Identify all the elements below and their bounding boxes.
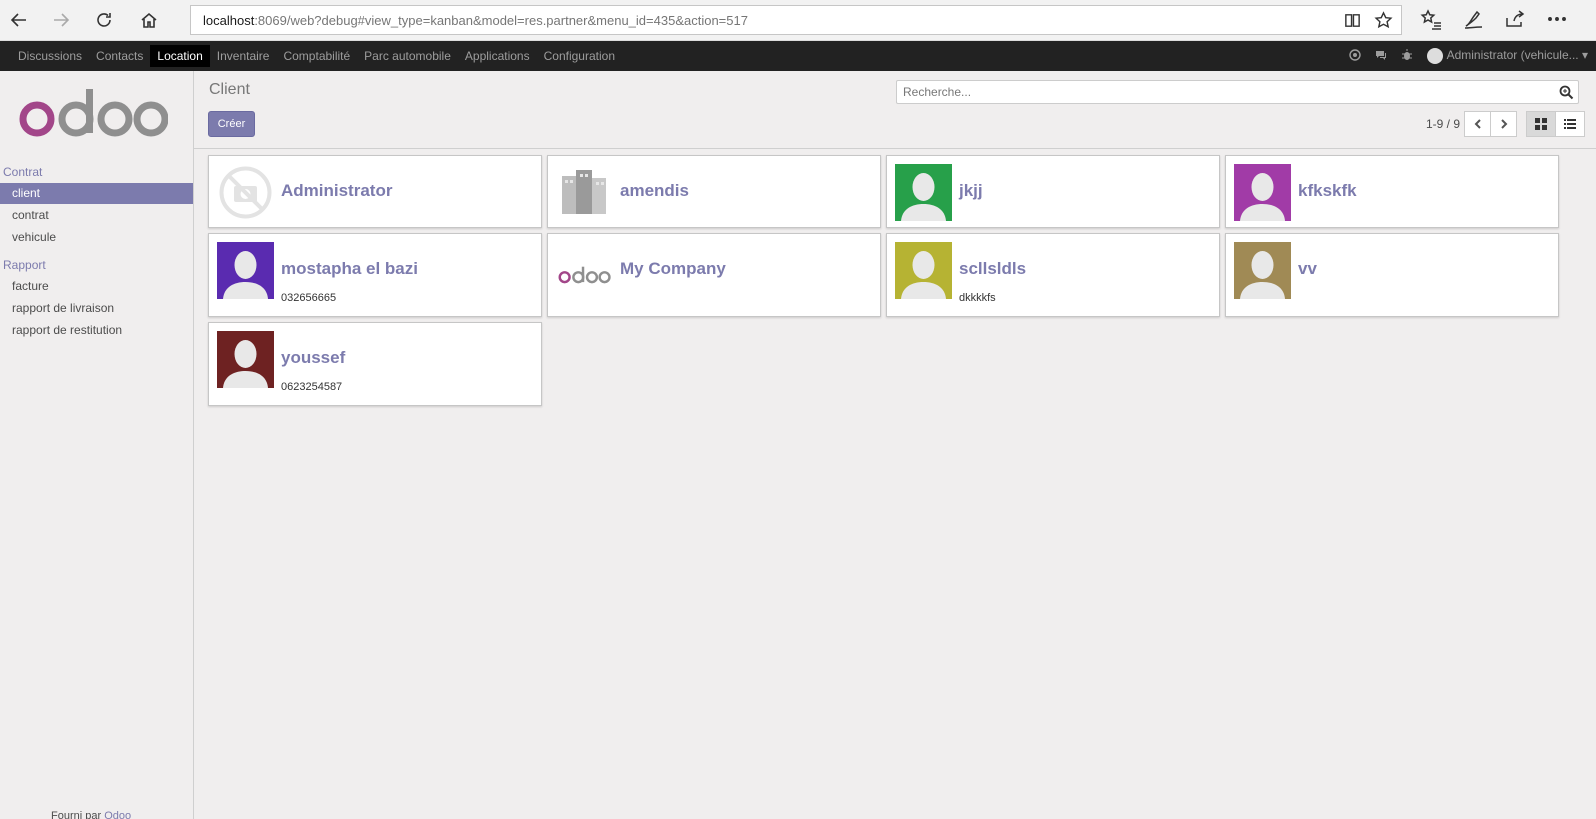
card-name: kfkskfk <box>1298 181 1357 200</box>
powered-brand-link[interactable]: Odoo <box>104 810 131 819</box>
grid-icon <box>1535 118 1547 130</box>
menu-contacts[interactable]: Contacts <box>89 45 150 67</box>
search-placeholder: Recherche... <box>903 85 972 99</box>
card-detail: 0623254587 <box>281 381 343 393</box>
powered-by: Fourni par Odoo <box>51 810 131 819</box>
sidebar-item-vehicule[interactable]: vehicule <box>0 227 193 248</box>
main-menu-bar: Discussions Contacts Location Inventaire… <box>0 41 1596 71</box>
kanban-card[interactable]: scllsldls dkkkkfs <box>886 233 1220 317</box>
chevron-right-icon <box>1500 119 1507 129</box>
kanban-card[interactable]: youssef 0623254587 <box>208 322 542 406</box>
card-name: youssef <box>281 348 346 367</box>
menu-applications[interactable]: Applications <box>458 45 537 67</box>
card-name: scllsldls <box>959 259 1027 278</box>
kanban-card[interactable]: kfkskfk <box>1225 155 1559 228</box>
pager-value: 1-9 / 9 <box>1426 117 1461 131</box>
back-icon[interactable] <box>5 6 33 34</box>
card-name: mostapha el bazi <box>281 259 418 278</box>
chat-icon[interactable] <box>1375 49 1387 64</box>
kanban-card[interactable]: mostapha el bazi 032656665 <box>208 233 542 317</box>
person-avatar-icon <box>895 164 952 221</box>
sidebar-item-contrat[interactable]: contrat <box>0 205 193 226</box>
section-contrat: Contrat <box>3 165 43 179</box>
menu-location[interactable]: Location <box>150 45 210 67</box>
menu-discussions[interactable]: Discussions <box>11 45 89 67</box>
company-building-icon <box>556 164 613 221</box>
menu-configuration[interactable]: Configuration <box>537 45 622 67</box>
avatar <box>1426 48 1443 64</box>
user-name: Administrator (vehicule... <box>1446 48 1579 63</box>
person-avatar-icon <box>1234 164 1291 221</box>
main-content: Client Créer Recherche... 1-9 / 9 Admini… <box>194 71 1596 819</box>
section-rapport: Rapport <box>3 258 46 272</box>
more-icon[interactable] <box>1546 8 1568 33</box>
list-icon <box>1564 119 1576 129</box>
sidebar-item-facture[interactable]: facture <box>0 276 193 297</box>
browser-toolbar: localhost:8069/web?debug#view_type=kanba… <box>0 0 1596 41</box>
url-path: :8069/web?debug#view_type=kanban&model=r… <box>254 12 748 28</box>
person-avatar-icon <box>895 242 952 299</box>
kanban-card[interactable]: jkjj <box>886 155 1220 228</box>
kanban-view-button[interactable] <box>1526 111 1556 137</box>
list-view-button[interactable] <box>1555 111 1585 137</box>
kanban-card[interactable]: vv <box>1225 233 1559 317</box>
person-avatar-icon <box>217 331 274 388</box>
menu-inventaire[interactable]: Inventaire <box>210 45 277 67</box>
powered-prefix: Fourni par <box>51 810 102 819</box>
odoo-logo[interactable] <box>18 87 169 142</box>
card-name: amendis <box>620 181 689 200</box>
search-input[interactable]: Recherche... <box>896 80 1579 104</box>
user-menu[interactable]: Administrator (vehicule... ▾ <box>1426 48 1588 64</box>
home-icon[interactable] <box>135 6 163 34</box>
kanban-card[interactable]: Administrator <box>208 155 542 228</box>
card-name: jkjj <box>959 181 983 200</box>
person-avatar-icon <box>217 242 274 299</box>
card-name: Administrator <box>281 181 393 200</box>
reading-view-icon[interactable] <box>1343 11 1362 33</box>
url-host: localhost <box>203 12 255 28</box>
pager-next-button[interactable] <box>1490 111 1517 137</box>
pager-previous-button[interactable] <box>1464 111 1491 137</box>
card-name: My Company <box>620 259 726 278</box>
no-image-icon <box>217 164 274 221</box>
debug-icon[interactable] <box>1348 48 1361 64</box>
sidebar-item-rapport-livraison[interactable]: rapport de livraison <box>0 298 193 319</box>
menu-parc-automobile[interactable]: Parc automobile <box>357 45 458 67</box>
odoo-logo-icon <box>556 242 613 299</box>
page-title: Client <box>209 81 250 98</box>
web-note-icon[interactable] <box>1462 8 1484 33</box>
card-detail: dkkkkfs <box>959 292 996 304</box>
refresh-icon[interactable] <box>90 6 118 34</box>
favorite-star-icon[interactable] <box>1374 11 1393 33</box>
share-icon[interactable] <box>1504 8 1526 33</box>
bug-icon[interactable] <box>1401 48 1413 64</box>
create-button[interactable]: Créer <box>208 111 255 137</box>
sidebar-item-rapport-restitution[interactable]: rapport de restitution <box>0 320 193 341</box>
sidebar-item-client[interactable]: client <box>0 183 193 204</box>
sidebar: Contrat client contrat vehicule Rapport … <box>0 71 194 819</box>
kanban-card[interactable]: My Company <box>547 233 881 317</box>
card-detail: 032656665 <box>281 292 337 304</box>
favorites-list-icon[interactable] <box>1420 8 1442 33</box>
chevron-left-icon <box>1474 119 1481 129</box>
address-bar[interactable]: localhost:8069/web?debug#view_type=kanba… <box>190 5 1402 35</box>
kanban-card[interactable]: amendis <box>547 155 881 228</box>
search-icon[interactable] <box>1559 85 1574 100</box>
menu-comptabilite[interactable]: Comptabilité <box>276 45 357 67</box>
card-name: vv <box>1298 259 1317 278</box>
forward-icon[interactable] <box>47 6 75 34</box>
control-panel: Client Créer Recherche... 1-9 / 9 <box>194 71 1596 149</box>
person-avatar-icon <box>1234 242 1291 299</box>
